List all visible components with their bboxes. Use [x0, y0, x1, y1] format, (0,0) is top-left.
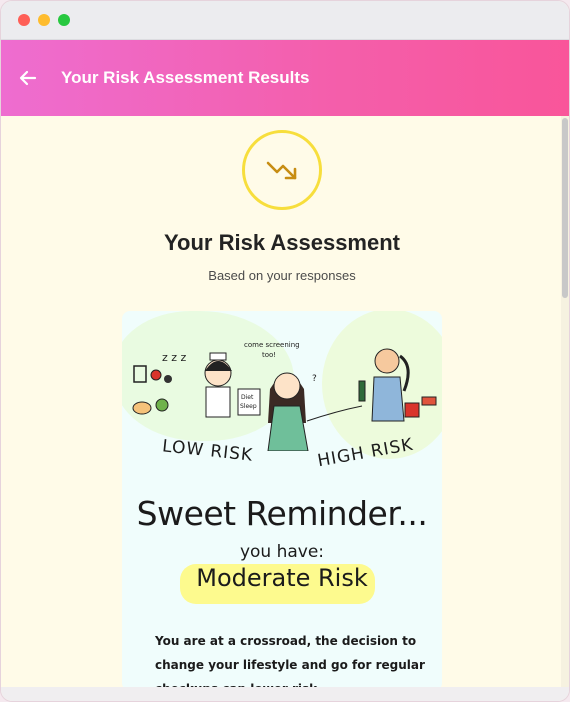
maximize-window-button[interactable]: [58, 14, 70, 26]
page-title: Your Risk Assessment Results: [61, 68, 310, 87]
app-header: Your Risk Assessment Results: [1, 40, 569, 116]
reminder-heading: Sweet Reminder...: [136, 494, 428, 533]
trending-down-icon: [266, 161, 297, 180]
arrow-left-icon[interactable]: [17, 67, 39, 89]
risk-illustration-card: z z z Diet Sleep come screening too! ? L…: [122, 311, 442, 687]
risk-level-text: Moderate Risk: [196, 564, 368, 592]
scrollbar-thumb[interactable]: [562, 118, 568, 298]
minimize-window-button[interactable]: [38, 14, 50, 26]
scrollbar[interactable]: [561, 116, 569, 687]
app-window: Your Risk Assessment Results Your Risk A…: [0, 0, 570, 702]
svg-text:z z z: z z z: [162, 351, 187, 364]
sign-text: Diet: [241, 394, 254, 401]
you-have-label: you have:: [239, 542, 325, 562]
window-titlebar: [1, 1, 569, 40]
svg-text:too!: too!: [262, 351, 276, 359]
window-bottom-edge: [1, 687, 569, 701]
svg-text:Sleep: Sleep: [240, 403, 257, 410]
assessment-subtitle: Based on your responses: [208, 268, 356, 283]
svg-text:come screening: come screening: [244, 341, 300, 349]
result-icon-badge: [242, 130, 322, 210]
close-window-button[interactable]: [18, 14, 30, 26]
risk-illustration: z z z Diet Sleep come screening too! ?: [132, 341, 437, 451]
svg-text:?: ?: [312, 374, 317, 384]
risk-message: You are at a crossroad, the decision to …: [155, 634, 425, 687]
assessment-title: Your Risk Assessment: [164, 230, 400, 255]
results-content: Your Risk Assessment Based on your respo…: [1, 116, 569, 687]
